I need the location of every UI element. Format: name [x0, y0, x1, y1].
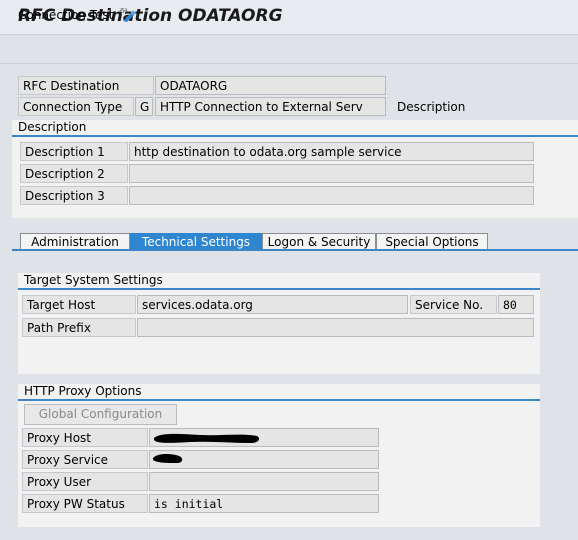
- svg-text:a: a: [124, 7, 128, 14]
- glasses-icon[interactable]: 6 a: [119, 5, 139, 23]
- connection-type-field[interactable]: HTTP Connection to External Serv: [155, 97, 386, 116]
- description-2-field[interactable]: [129, 164, 534, 183]
- proxy-pw-status-field: is initial: [149, 494, 379, 513]
- path-prefix-label: Path Prefix: [22, 318, 136, 337]
- description-label: Description: [397, 100, 466, 114]
- description-2-label: Description 2: [20, 164, 128, 183]
- target-host-field[interactable]: services.odata.org: [137, 295, 408, 314]
- proxy-section-title: HTTP Proxy Options: [18, 384, 540, 401]
- connection-type-label: Connection Type: [18, 97, 134, 116]
- description-section-title: Description: [12, 120, 578, 137]
- tab-special-options[interactable]: Special Options: [376, 233, 488, 250]
- proxy-user-label: Proxy User: [22, 472, 148, 491]
- global-configuration-button[interactable]: Global Configuration: [24, 404, 177, 425]
- proxy-user-field[interactable]: [149, 472, 379, 491]
- target-host-label: Target Host: [22, 295, 136, 314]
- rfc-destination-field[interactable]: ODATAORG: [155, 76, 386, 95]
- proxy-host-label: Proxy Host: [22, 428, 148, 447]
- connection-type-code-field[interactable]: G: [135, 97, 153, 116]
- description-3-label: Description 3: [20, 186, 128, 205]
- proxy-pw-status-label: Proxy PW Status: [22, 494, 148, 513]
- tab-strip-underline: [12, 249, 578, 251]
- rfc-destination-label: RFC Destination: [18, 76, 154, 95]
- application-toolbar: [0, 34, 578, 64]
- proxy-service-label: Proxy Service: [22, 450, 148, 469]
- redaction-mark: [154, 433, 259, 443]
- path-prefix-field[interactable]: [137, 318, 534, 337]
- tab-technical-settings[interactable]: Technical Settings: [130, 233, 262, 250]
- tab-logon-security[interactable]: Logon & Security: [262, 233, 376, 250]
- service-no-label: Service No.: [410, 295, 497, 314]
- target-system-section-title: Target System Settings: [18, 273, 540, 290]
- description-1-field[interactable]: http destination to odata.org sample ser…: [129, 142, 534, 161]
- description-3-field[interactable]: [129, 186, 534, 205]
- connection-test-button[interactable]: Connection Test: [18, 8, 113, 22]
- redaction-mark: [153, 453, 183, 463]
- tab-administration[interactable]: Administration: [20, 233, 130, 250]
- description-1-label: Description 1: [20, 142, 128, 161]
- service-no-field[interactable]: 80: [498, 295, 534, 314]
